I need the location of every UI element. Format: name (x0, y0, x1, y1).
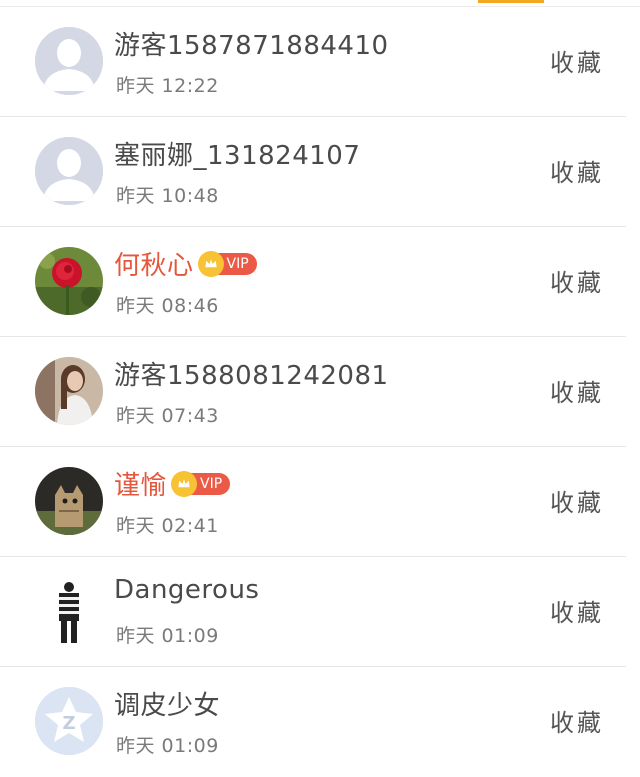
striped-figure[interactable] (35, 577, 103, 645)
user-name: 调皮少女 (114, 685, 220, 722)
collect-button[interactable]: 收藏 (550, 263, 604, 298)
list-item[interactable]: 谨愉 VIP 昨天 02:41 收藏 (0, 447, 626, 557)
rose-photo[interactable] (35, 247, 103, 315)
collect-button[interactable]: 收藏 (550, 593, 604, 628)
vip-label: VIP (226, 255, 249, 272)
user-name: 何秋心 VIP (114, 245, 257, 282)
user-name-text: 调皮少女 (114, 691, 221, 721)
user-name-text: 塞丽娜_131824107 (114, 141, 361, 171)
list-item[interactable]: Dangerous 昨天 01:09 收藏 (0, 557, 626, 667)
crown-icon (171, 470, 198, 497)
user-name: 谨愉 VIP (114, 465, 231, 502)
cat-photo[interactable] (35, 467, 103, 535)
crown-icon (197, 250, 224, 277)
active-tab-indicator (478, 0, 544, 3)
timestamp: 昨天 01:09 (116, 625, 219, 647)
timestamp: 昨天 12:22 (116, 75, 219, 97)
user-name: 游客1588081242081 (114, 355, 389, 392)
user-name-text: 何秋心 (114, 251, 194, 281)
list-item[interactable]: 何秋心 VIP 昨天 08:46 收藏 (0, 227, 626, 337)
list-item[interactable]: 游客1588081242081 昨天 07:43 收藏 (0, 337, 626, 447)
user-name-text: 游客1587871884410 (114, 31, 389, 61)
user-name: 塞丽娜_131824107 (114, 135, 360, 172)
vip-badge: VIP (171, 470, 231, 497)
timestamp: 昨天 08:46 (116, 295, 219, 317)
user-name-text: 游客1588081242081 (114, 361, 389, 391)
timestamp: 昨天 02:41 (116, 515, 219, 537)
vip-badge: VIP (197, 250, 257, 277)
vip-label: VIP (200, 475, 223, 492)
user-name-text: 谨愉 (114, 471, 168, 501)
collect-button[interactable]: 收藏 (550, 373, 604, 408)
collect-button[interactable]: 收藏 (550, 703, 604, 738)
collect-button[interactable]: 收藏 (550, 43, 604, 78)
svg-text:Z: Z (62, 713, 75, 734)
timestamp: 昨天 10:48 (116, 185, 219, 207)
timestamp: 昨天 07:43 (116, 405, 219, 427)
user-name: 游客1587871884410 (114, 25, 389, 62)
default-user-icon[interactable] (35, 27, 103, 95)
girl-photo[interactable] (35, 357, 103, 425)
top-bar (0, 0, 640, 7)
user-name: Dangerous (114, 575, 259, 605)
user-name-text: Dangerous (114, 575, 260, 605)
list-item[interactable]: 塞丽娜_131824107 昨天 10:48 收藏 (0, 117, 626, 227)
user-list: 游客1587871884410 昨天 12:22 收藏 塞丽娜_13182410… (0, 7, 640, 777)
qq-logo-icon[interactable]: Z (35, 687, 103, 755)
collect-button[interactable]: 收藏 (550, 153, 604, 188)
timestamp: 昨天 01:09 (116, 735, 219, 757)
default-user-icon[interactable] (35, 137, 103, 205)
collect-button[interactable]: 收藏 (550, 483, 604, 518)
list-item[interactable]: 游客1587871884410 昨天 12:22 收藏 (0, 7, 626, 117)
